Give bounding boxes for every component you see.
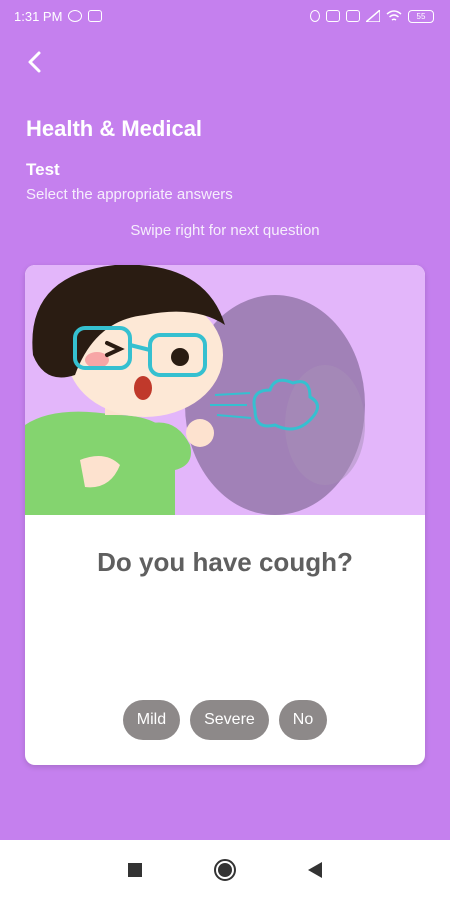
battery-level: 55	[416, 11, 426, 21]
answer-mild-button[interactable]: Mild	[122, 700, 181, 740]
system-back-button[interactable]	[295, 850, 335, 890]
recents-square-icon	[128, 863, 142, 877]
system-nav-bar	[0, 840, 450, 900]
data-icon	[346, 10, 360, 22]
back-triangle-icon	[308, 862, 322, 878]
wifi-icon	[386, 10, 402, 21]
status-bar: 1:31 PM 55	[0, 0, 450, 32]
question-card[interactable]: Do you have cough? Mild Severe No	[25, 265, 425, 765]
answer-no-button[interactable]: No	[278, 700, 328, 740]
status-left: 1:31 PM	[14, 8, 103, 24]
status-right: 55	[310, 9, 434, 23]
question-text: Do you have cough?	[97, 547, 353, 577]
page-description: Select the appropriate answers	[26, 186, 233, 203]
page-title: Health & Medical	[26, 116, 203, 141]
battery-icon: 55	[408, 9, 434, 23]
page-subtitle: Test	[26, 160, 60, 179]
home-button[interactable]	[205, 850, 245, 890]
answer-options: Mild Severe No	[25, 700, 425, 740]
home-circle-icon	[214, 859, 236, 881]
cough-illustration	[25, 265, 365, 515]
translate-icon	[88, 10, 103, 22]
vibrate-icon	[326, 10, 340, 22]
question-illustration	[25, 265, 425, 515]
status-time: 1:31 PM	[14, 8, 63, 24]
swipe-hint: Swipe right for next question	[130, 222, 320, 239]
chevron-left-icon	[28, 51, 41, 73]
whatsapp-icon	[68, 10, 83, 22]
signal-icon	[366, 10, 380, 22]
bluetooth-icon	[310, 10, 320, 22]
back-button[interactable]	[20, 48, 48, 76]
recents-button[interactable]	[115, 850, 155, 890]
answer-severe-button[interactable]: Severe	[190, 700, 269, 740]
